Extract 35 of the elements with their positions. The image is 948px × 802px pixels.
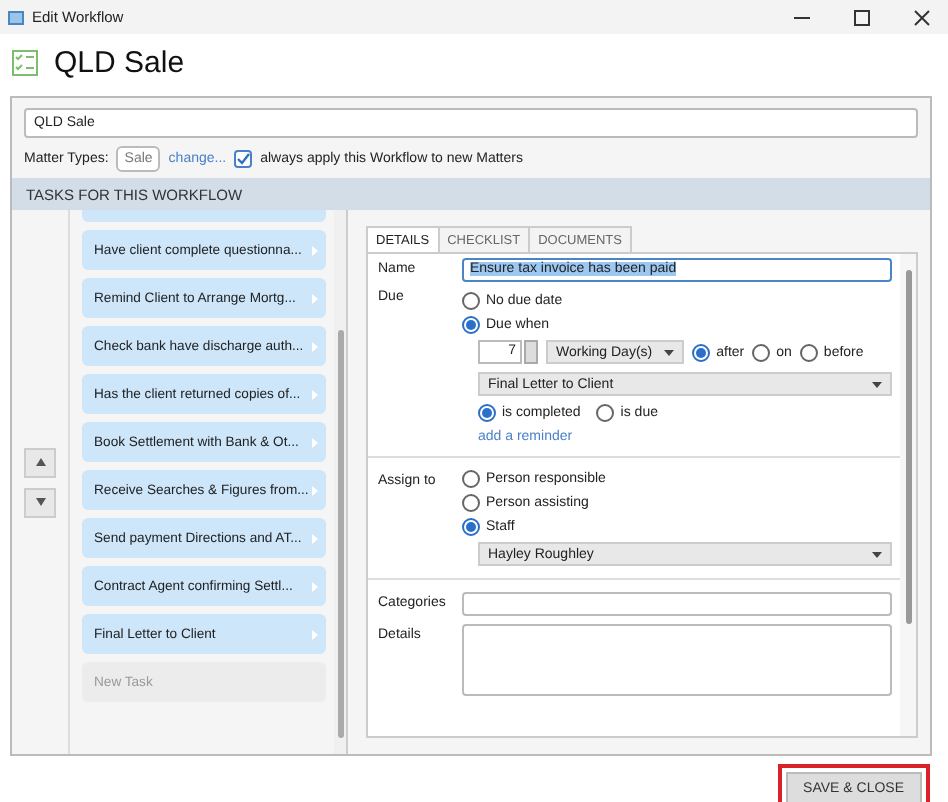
chevron-right-icon [312,581,319,591]
radio-button[interactable] [462,292,480,310]
caret-down-icon [872,551,882,557]
checkbox[interactable] [234,150,253,168]
close-icon [912,7,932,27]
chevron-right-icon [312,485,319,495]
details-field[interactable] [462,624,892,696]
radio-button[interactable] [752,343,771,361]
caret-down-icon [664,349,675,355]
radio-button[interactable] [462,316,480,334]
check-icon [236,152,251,166]
chevron-right-icon [312,293,319,303]
radio-button[interactable] [799,343,818,361]
radio-button[interactable] [462,470,480,488]
maximize-icon [852,7,872,27]
chevron-right-icon [312,341,319,351]
move-up-button[interactable] [24,447,56,477]
triangle-up-icon [35,458,45,466]
categories-field[interactable] [462,592,892,616]
caret-down-icon [872,381,882,387]
move-down-button[interactable] [24,487,56,517]
radio-button[interactable] [692,343,711,361]
radio-button[interactable] [596,404,615,422]
chevron-right-icon [312,389,319,399]
app-icon [8,9,24,25]
chevron-right-icon [312,245,319,255]
radio-button[interactable] [478,404,496,422]
workflow-title: QLD Sale [54,46,185,80]
radio-button[interactable] [462,518,480,536]
checklist-icon [12,50,38,76]
chevron-right-icon [312,533,319,543]
chevron-right-icon [312,629,319,639]
triangle-down-icon [35,498,45,506]
radio-button[interactable] [462,494,480,512]
chevron-right-icon [312,437,319,447]
